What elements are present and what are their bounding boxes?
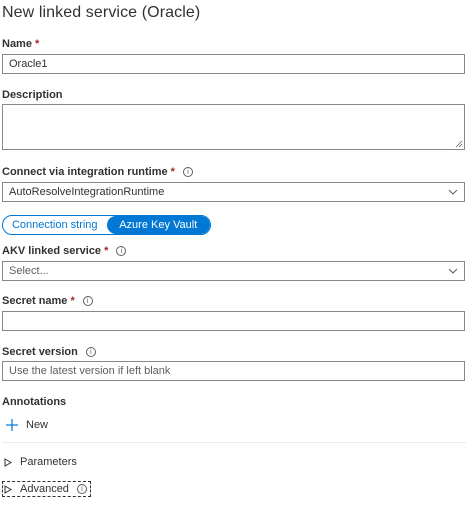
akv-label: AKV linked service * i	[2, 245, 127, 257]
runtime-label: Connect via integration runtime * i	[2, 166, 193, 178]
add-annotation-label: New	[26, 419, 49, 431]
chevron-down-icon	[448, 268, 458, 274]
auth-method-toggle: Connection string Azure Key Vault	[2, 215, 211, 235]
secret-name-label: Secret name * i	[2, 295, 93, 307]
caret-right-icon	[4, 457, 12, 467]
description-label: Description	[2, 89, 63, 101]
name-input-value: Oracle1	[9, 58, 48, 70]
azure-key-vault-option[interactable]: Azure Key Vault	[106, 216, 210, 234]
info-icon[interactable]: i	[182, 167, 193, 177]
secret-name-label-text: Secret name	[2, 295, 68, 307]
divider	[2, 442, 466, 443]
info-icon[interactable]: i	[76, 484, 87, 494]
akv-placeholder: Select...	[9, 265, 49, 277]
annotations-label: Annotations	[2, 396, 66, 408]
akv-label-text: AKV linked service	[2, 245, 102, 257]
runtime-label-text: Connect via integration runtime	[2, 166, 168, 178]
required-mark: *	[170, 166, 175, 178]
runtime-dropdown[interactable]: AutoResolveIntegrationRuntime	[2, 182, 465, 202]
secret-version-label: Secret version i	[2, 346, 96, 358]
secret-name-input[interactable]	[2, 311, 465, 331]
panel-title: New linked service (Oracle)	[2, 4, 201, 21]
secret-version-input[interactable]: Use the latest version if left blank	[2, 361, 465, 381]
caret-right-icon	[4, 484, 12, 494]
required-mark: *	[34, 38, 40, 50]
info-icon[interactable]: i	[82, 296, 93, 306]
description-label-text: Description	[2, 89, 63, 101]
runtime-selected: AutoResolveIntegrationRuntime	[9, 186, 165, 198]
name-input[interactable]: Oracle1	[2, 54, 465, 74]
parameters-expander[interactable]: Parameters	[4, 456, 77, 468]
resize-grip-icon[interactable]	[455, 140, 463, 148]
akv-dropdown[interactable]: Select...	[2, 261, 465, 281]
advanced-label: Advanced	[20, 483, 69, 495]
add-annotation-button[interactable]: New	[6, 419, 48, 431]
required-mark: *	[104, 245, 109, 257]
secret-version-placeholder: Use the latest version if left blank	[9, 365, 171, 377]
plus-icon	[6, 419, 18, 431]
linked-service-panel: New linked service (Oracle) Name * Oracl…	[0, 0, 474, 527]
parameters-label: Parameters	[20, 456, 77, 468]
annotations-label-text: Annotations	[2, 396, 67, 408]
advanced-expander[interactable]: Advanced i	[2, 481, 91, 497]
name-label-text: Name	[2, 38, 32, 50]
chevron-down-icon	[448, 189, 458, 195]
info-icon[interactable]: i	[116, 246, 127, 256]
info-icon[interactable]: i	[85, 347, 96, 357]
secret-version-label-text: Secret version	[2, 346, 78, 358]
name-label: Name *	[2, 38, 39, 50]
connection-string-option[interactable]: Connection string	[3, 216, 107, 234]
required-mark: *	[70, 295, 75, 307]
description-textarea[interactable]	[2, 104, 465, 150]
